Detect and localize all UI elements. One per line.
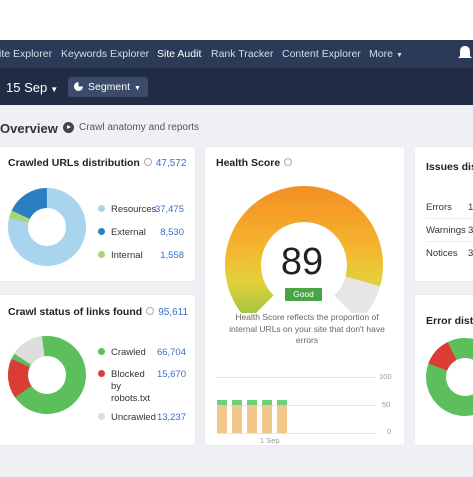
legend-value[interactable]: 15,670 — [157, 369, 186, 380]
legend-value[interactable]: 66,704 — [157, 347, 186, 358]
help-icon[interactable] — [143, 158, 152, 166]
help-icon[interactable] — [284, 158, 293, 166]
crawled-urls-donut — [8, 188, 86, 266]
legend-label: Resources — [111, 204, 157, 215]
legend-item[interactable]: External — [98, 227, 146, 238]
legend-item[interactable]: Resources — [98, 204, 156, 215]
error-distribution-title: Error distribution — [426, 315, 473, 327]
overview-content: Overview Crawl anatomy and reports Crawl… — [0, 105, 473, 477]
crawl-status-total[interactable]: 95,611 — [158, 307, 188, 318]
crawl-status-legend: Crawled 66,704 Blocked by robots.txt 15,… — [98, 347, 190, 427]
gridline — [217, 377, 375, 378]
error-distribution-donut — [426, 338, 473, 416]
legend-dot — [98, 205, 105, 212]
issues-distribution-card: Issues distribution Errors 1 Warnings 3 … — [415, 147, 473, 281]
legend-dot — [98, 413, 105, 420]
crawl-status-title: Crawl status of links found — [8, 306, 143, 318]
status-badge: Good — [285, 288, 322, 301]
issue-label-errors[interactable]: Errors — [426, 202, 452, 213]
card-title: Crawled URLs distribution 47,572 — [8, 157, 186, 169]
history-bar[interactable] — [217, 400, 227, 433]
nav-more-label: More — [369, 48, 393, 60]
health-history-chart: 100 50 0 1 Sep — [205, 365, 404, 445]
history-bar[interactable] — [277, 400, 287, 433]
chevron-down-icon: ▼ — [134, 85, 141, 92]
page-title: Overview — [0, 121, 58, 136]
crawled-urls-legend: Resources 37,475 External 8,530 Internal… — [98, 204, 188, 264]
overview-subtitle-link[interactable]: Crawl anatomy and reports — [79, 122, 199, 133]
health-score-description: Health Score reflects the proportion of … — [229, 312, 385, 345]
issue-label-notices[interactable]: Notices — [426, 248, 458, 259]
crawl-status-donut — [8, 336, 86, 414]
legend-value[interactable]: 13,237 — [157, 412, 186, 423]
card-title: Health Score — [216, 157, 293, 169]
y-tick-label: 100 — [379, 372, 392, 381]
legend-value[interactable]: 37,475 — [155, 204, 184, 215]
divider — [426, 218, 473, 219]
chevron-down-icon: ▼ — [395, 52, 403, 59]
nav-more-menu[interactable]: More ▼ — [369, 48, 403, 60]
issue-label-warnings[interactable]: Warnings — [426, 225, 466, 236]
issue-value-warnings[interactable]: 3 — [468, 225, 473, 236]
segment-label: Segment — [88, 81, 131, 93]
divider — [426, 241, 473, 242]
project-toolbar: 15 Sep ▼ Segment ▼ — [0, 68, 473, 105]
segment-button[interactable]: Segment ▼ — [68, 77, 148, 97]
pie-chart-icon — [74, 82, 83, 91]
error-distribution-card: Error distribution — [415, 295, 473, 445]
issues-distribution-title: Issues distribution — [426, 161, 473, 173]
legend-dot — [98, 251, 105, 258]
date-selector[interactable]: 15 Sep ▼ — [6, 80, 58, 95]
help-icon[interactable] — [146, 307, 155, 315]
x-tick-label: 1 Sep — [260, 436, 280, 445]
gridline — [217, 433, 375, 434]
date-label: 15 Sep — [6, 80, 48, 95]
legend-dot — [98, 370, 105, 377]
issue-value-notices[interactable]: 3 — [468, 248, 473, 259]
crawled-urls-title: Crawled URLs distribution — [8, 157, 140, 169]
legend-dot — [98, 228, 105, 235]
legend-dot — [98, 348, 105, 355]
chevron-down-icon: ▼ — [50, 85, 59, 94]
nav-site-explorer[interactable]: Site Explorer — [0, 48, 52, 60]
legend-item[interactable]: Blocked by robots.txt — [98, 369, 151, 405]
notification-bell-icon[interactable] — [457, 45, 473, 61]
health-score-title: Health Score — [216, 157, 281, 169]
nav-content-explorer[interactable]: Content Explorer — [282, 48, 361, 60]
legend-label: Blocked by robots.txt — [111, 369, 151, 404]
legend-item[interactable]: Crawled — [98, 347, 146, 358]
y-tick-label: 0 — [387, 427, 392, 436]
history-bar[interactable] — [262, 400, 272, 433]
health-score-value: 89 — [280, 241, 324, 283]
issue-value-errors[interactable]: 1 — [468, 202, 473, 213]
history-bar[interactable] — [247, 400, 257, 433]
top-navigation: Site Explorer Keywords Explorer Site Aud… — [0, 40, 473, 68]
play-icon[interactable] — [63, 122, 74, 133]
legend-label: Crawled — [111, 347, 146, 358]
crawled-urls-total[interactable]: 47,572 — [156, 158, 187, 169]
crawled-urls-card: Crawled URLs distribution 47,572 Resource… — [0, 147, 195, 281]
history-bar[interactable] — [232, 400, 242, 433]
nav-site-audit[interactable]: Site Audit — [157, 48, 201, 60]
health-score-card: Health Score 89 Good Health Score reflec… — [205, 147, 404, 445]
legend-label: External — [111, 227, 146, 238]
nav-keywords-explorer[interactable]: Keywords Explorer — [61, 48, 149, 60]
legend-value[interactable]: 8,530 — [160, 227, 184, 238]
legend-value[interactable]: 1,558 — [160, 250, 184, 261]
legend-label: Uncrawled — [111, 412, 156, 423]
legend-label: Internal — [111, 250, 143, 261]
crawl-status-card: Crawl status of links found 95,611 Crawle… — [0, 295, 195, 445]
nav-rank-tracker[interactable]: Rank Tracker — [211, 48, 273, 60]
legend-item[interactable]: Internal — [98, 250, 143, 261]
legend-item[interactable]: Uncrawled — [98, 412, 156, 423]
card-title: Crawl status of links found 95,611 — [8, 306, 188, 318]
y-tick-label: 50 — [382, 400, 391, 409]
